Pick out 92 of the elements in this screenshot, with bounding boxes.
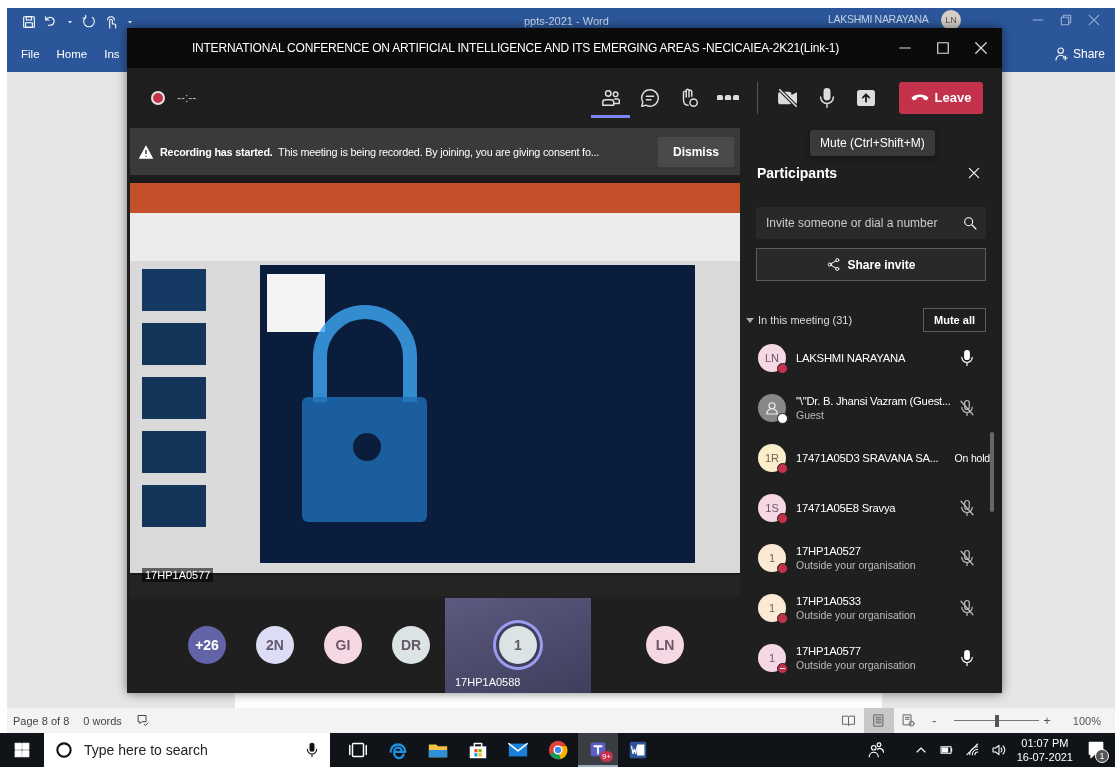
scrollbar[interactable] [990, 432, 994, 512]
notification-badge: 9+ [599, 751, 613, 762]
presenter-name: 17HP1A0577 [142, 568, 214, 582]
participant-name[interactable]: "\"Dr. B. Jhansi Vazram (Guest... [796, 395, 952, 407]
read-mode-icon [841, 713, 857, 728]
wifi-icon[interactable] [964, 742, 981, 758]
mic-off-icon[interactable] [958, 499, 976, 517]
save-icon[interactable] [21, 14, 37, 30]
page-count[interactable]: Page 8 of 8 [13, 714, 70, 727]
leave-button[interactable]: Leave [899, 81, 983, 114]
participant-name[interactable]: 17HP1A0577 [796, 645, 952, 657]
maximize-icon[interactable] [934, 39, 952, 57]
user-name: LAKSHMI NARAYANA [828, 13, 929, 25]
user-avatar[interactable]: LN [941, 10, 961, 30]
ribbon-tab[interactable]: Home [56, 48, 88, 60]
window-title: ppts-2021 - Word [524, 15, 609, 27]
word-app-icon [627, 739, 649, 761]
banner-message: Recording has started. This meeting is being recorded. By joining, you are giving consent fo... [160, 145, 601, 158]
browser-icon [547, 739, 569, 761]
avatar: 1 [758, 644, 786, 672]
avatar[interactable]: GI [324, 626, 362, 664]
share-icon [826, 257, 842, 272]
avatar[interactable]: DR [392, 626, 430, 664]
zoom-in-button[interactable]: + [1043, 713, 1051, 728]
avatar: 1 [758, 544, 786, 572]
mic-off-icon[interactable] [958, 599, 976, 617]
zoom-level[interactable]: 100% [1072, 714, 1101, 727]
mute-all-button[interactable]: Mute all [923, 308, 986, 332]
share-invite-button[interactable]: Share invite [756, 248, 986, 281]
mic-off-icon[interactable] [958, 399, 976, 417]
participant-name[interactable]: LAKSHMI NARAYANA [796, 352, 952, 364]
meeting-timer: --:-- [177, 90, 197, 105]
chat-icon [638, 86, 661, 109]
people-icon[interactable] [866, 741, 885, 759]
participant-name: 17HP1A0588 [455, 675, 521, 688]
window-title: INTERNATIONAL CONFERENCE ON ARTIFICIAL INTELLIGENCE AND ITS EMERGING AREAS -NECICAIEA-2K21(Link-1) [190, 41, 841, 55]
warning-icon [138, 143, 154, 160]
taskbar-button[interactable]: 9+ [578, 733, 618, 767]
mic-icon[interactable] [304, 742, 320, 758]
share-button[interactable]: Share [1053, 46, 1105, 62]
status-text: On hold [954, 452, 990, 464]
person-icon [763, 399, 781, 417]
participant-role: Outside your organisation [796, 659, 917, 671]
mic-off-icon[interactable] [958, 549, 976, 567]
search-icon[interactable] [962, 215, 978, 231]
participant-name[interactable]: 17HP1A0533 [796, 595, 952, 607]
volume-icon[interactable] [990, 742, 1007, 758]
avatar: LN [758, 344, 786, 372]
tooltip: Mute (Ctrl+Shift+M) [810, 130, 935, 156]
participant-name[interactable]: 17471A05E8 Sravya [796, 502, 952, 514]
notification-button[interactable]: 1 [1083, 737, 1109, 763]
phone-icon [910, 93, 929, 102]
section-label[interactable]: In this meeting (31) [758, 314, 853, 326]
participant-role: Guest [796, 409, 825, 421]
participant-role: Outside your organisation [796, 609, 917, 621]
restore-icon[interactable] [1058, 12, 1074, 28]
video-tile[interactable]: 1 17HP1A0588 [445, 597, 591, 693]
panel-title: Participants [757, 165, 838, 181]
avatar[interactable]: +26 [188, 626, 226, 664]
participant-role: Outside your organisation [796, 559, 917, 571]
notification-count: 1 [1095, 749, 1109, 763]
close-icon[interactable] [972, 39, 990, 57]
windows-icon [13, 741, 31, 759]
avatar[interactable]: 2N [256, 626, 294, 664]
avatar: 1R [758, 444, 786, 472]
zoom-out-button[interactable]: - [931, 713, 937, 728]
avatar: 1 [758, 594, 786, 622]
invite-field[interactable]: Invite someone or dial a number [756, 207, 986, 239]
ribbon-tab[interactable]: File [21, 48, 40, 60]
caret-down-icon[interactable] [746, 316, 754, 324]
print-layout-icon [871, 713, 887, 728]
search-field[interactable]: Type here to search [44, 733, 330, 767]
avatar: 1S [758, 494, 786, 522]
more-icon [716, 94, 739, 101]
ribbon-tab[interactable]: Ins [104, 48, 120, 60]
person-add-icon [1053, 46, 1070, 62]
view-button[interactable] [863, 708, 894, 733]
mic-icon[interactable] [958, 349, 976, 367]
proofing-icon[interactable] [135, 713, 151, 728]
word-count[interactable]: 0 words [83, 714, 122, 727]
cortana-icon [54, 740, 74, 760]
avatar[interactable]: LN [646, 626, 684, 664]
participant-name[interactable]: 17HP1A0527 [796, 545, 952, 557]
mic-icon[interactable] [958, 649, 976, 667]
dismiss-button[interactable]: Dismiss [658, 136, 734, 167]
recording-indicator [151, 90, 165, 105]
close-icon[interactable] [966, 165, 982, 181]
camera-off-icon [776, 86, 799, 109]
redo-icon[interactable] [81, 14, 97, 30]
participant-name[interactable]: 17471A05D3 SRAVANA SA... [796, 452, 949, 464]
clock[interactable]: 01:07 PM 16-07-2021 [1016, 736, 1073, 764]
web-layout-icon [901, 713, 917, 728]
